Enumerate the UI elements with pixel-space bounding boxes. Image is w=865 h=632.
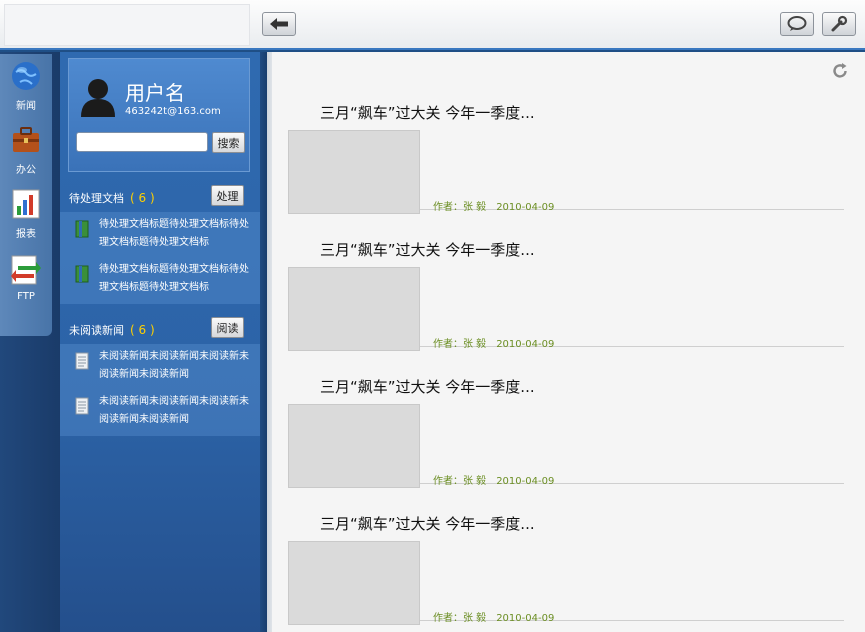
user-email: 463242t@163.com [125,106,221,117]
back-button[interactable] [262,12,296,36]
list-item-text: 未阅读新闻未阅读新闻未阅读新未阅读新闻未阅读新闻 [99,396,249,425]
news-feed: 三月“飙车”过大关 今年一季度... 作者：张 毅 2010-04-09 三月“飙… [272,52,865,632]
pending-docs-count: ( 6 ) [130,191,155,205]
nav-item-label: 办公 [16,165,36,176]
list-item[interactable]: 未阅读新闻未阅读新闻未阅读新未阅读新闻未阅读新闻 [60,389,260,434]
newspaper-icon [75,352,89,370]
speech-bubble-icon [787,16,807,31]
title-area [4,4,250,46]
unread-news-title: 未阅读新闻 [69,324,124,337]
nav-item-ftp[interactable]: FTP [0,254,52,302]
news-title[interactable]: 三月“飙车”过大关 今年一季度... [320,239,535,260]
news-thumbnail[interactable] [288,404,420,488]
comment-button[interactable] [780,12,814,36]
news-item[interactable]: 三月“飙车”过大关 今年一季度... 作者：张 毅 2010-04-09 [288,209,844,351]
user-name: 用户名 [125,81,185,105]
nav-item-label: FTP [17,291,35,302]
list-item-text: 待处理文档标题待处理文档标待处理文档标题待处理文档标 [99,264,249,293]
news-item[interactable]: 三月“飙车”过大关 今年一季度... 作者：张 毅 2010-04-09 [288,346,844,488]
news-date: 2010-04-09 [496,613,555,624]
left-nav: 新闻 办公 报表 FTP [0,52,60,632]
newspaper-icon [75,397,89,415]
news-meta: 作者：张 毅 2010-04-09 [433,609,554,624]
nav-item-report[interactable]: 报表 [0,188,52,240]
avatar-icon [81,79,115,117]
search-input[interactable] [76,132,208,152]
nav-item-office[interactable]: 办公 [0,124,52,176]
search-button[interactable]: 搜索 [212,132,245,153]
news-thumbnail[interactable] [288,267,420,351]
list-item[interactable]: 待处理文档标题待处理文档标待处理文档标题待处理文档标 [60,212,260,257]
wrench-icon [831,15,848,32]
user-card: 用户名 463242t@163.com 搜索 [68,58,250,172]
list-item-text: 待处理文档标题待处理文档标待处理文档标题待处理文档标 [99,219,249,248]
pending-docs-title: 待处理文档 [69,192,124,205]
news-author: 作者：张 毅 [433,613,487,624]
news-item[interactable]: 三月“飙车”过大关 今年一季度... 作者：张 毅 2010-04-09 [288,483,844,625]
nav-item-label: 新闻 [16,101,36,112]
top-toolbar [0,0,865,50]
list-item[interactable]: 待处理文档标题待处理文档标待处理文档标题待处理文档标 [60,257,260,302]
bar-chart-icon [12,189,40,219]
ftp-transfer-icon [11,255,41,285]
news-thumbnail[interactable] [288,130,420,214]
panel-divider [260,52,272,632]
news-item[interactable]: 三月“飙车”过大关 今年一季度... 作者：张 毅 2010-04-09 [288,72,844,214]
globe-icon [12,62,40,90]
pending-docs-list: 待处理文档标题待处理文档标待处理文档标题待处理文档标 待处理文档标题待处理文档标… [60,212,260,304]
news-title[interactable]: 三月“飙车”过大关 今年一季度... [320,513,535,534]
nav-item-news[interactable]: 新闻 [0,60,52,112]
pending-docs-header: 待处理文档 ( 6 ) 处理 [60,182,260,212]
process-button[interactable]: 处理 [211,185,244,206]
news-title[interactable]: 三月“飙车”过大关 今年一季度... [320,102,535,123]
list-item[interactable]: 未阅读新闻未阅读新闻未阅读新未阅读新闻未阅读新闻 [60,344,260,389]
briefcase-icon [13,127,39,152]
news-title[interactable]: 三月“飙车”过大关 今年一季度... [320,376,535,397]
unread-news-header: 未阅读新闻 ( 6 ) 阅读 [60,314,260,344]
document-icon [75,265,89,283]
list-item-text: 未阅读新闻未阅读新闻未阅读新未阅读新闻未阅读新闻 [99,351,249,380]
settings-button[interactable] [822,12,856,36]
news-thumbnail[interactable] [288,541,420,625]
read-button[interactable]: 阅读 [211,317,244,338]
unread-news-list: 未阅读新闻未阅读新闻未阅读新未阅读新闻未阅读新闻 未阅读新闻未阅读新闻未阅读新未… [60,344,260,436]
arrow-left-icon [270,18,288,30]
unread-news-count: ( 6 ) [130,323,155,337]
document-icon [75,220,89,238]
sidebar: 用户名 463242t@163.com 搜索 待处理文档 ( 6 ) 处理 待处理… [60,52,260,632]
nav-item-label: 报表 [16,229,36,240]
